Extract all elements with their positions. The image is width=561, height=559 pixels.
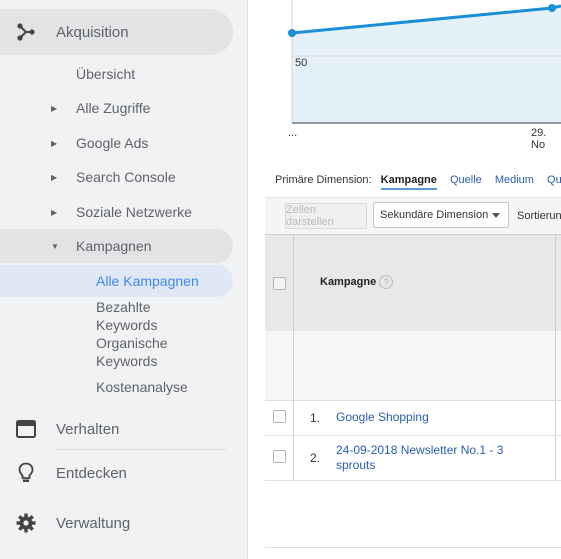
dimension-more[interactable]: Qu bbox=[547, 174, 561, 186]
nav-organic-keywords[interactable]: Organische Keywords bbox=[0, 334, 233, 370]
column-header-campaign[interactable]: Kampagne bbox=[320, 276, 376, 288]
chart-point bbox=[548, 4, 556, 12]
nav-acquisition-label: Akquisition bbox=[56, 23, 129, 41]
nav-all-traffic[interactable]: ▶ Alle Zugriffe bbox=[0, 91, 233, 125]
row-checkbox[interactable] bbox=[273, 410, 286, 423]
expand-arrow-icon: ▶ bbox=[51, 207, 58, 217]
nav-admin[interactable]: Verwaltung bbox=[0, 500, 233, 546]
nav-search-console-label: Search Console bbox=[76, 169, 176, 185]
table-row: 1. Google Shopping bbox=[265, 401, 561, 436]
nav-organic-keywords-label: Organische Keywords bbox=[96, 335, 168, 369]
main-content: 50 ... 29. No Primäre Dimension: Kampagn… bbox=[265, 0, 561, 559]
show-rows-button[interactable]: Zellen darstellen bbox=[285, 203, 367, 229]
nav-campaigns[interactable]: ▼ Kampagnen bbox=[0, 229, 233, 263]
divider bbox=[265, 547, 561, 548]
table-toolbar: Zellen darstellen Sekundäre Dimension So… bbox=[265, 197, 561, 234]
column-divider bbox=[555, 436, 556, 480]
gear-icon bbox=[15, 512, 37, 534]
nav-acquisition[interactable]: Akquisition bbox=[0, 9, 233, 55]
secondary-dimension-dropdown[interactable]: Sekundäre Dimension bbox=[373, 202, 509, 228]
nav-behavior[interactable]: Verhalten bbox=[0, 406, 233, 452]
campaign-link[interactable]: Google Shopping bbox=[336, 410, 536, 425]
column-divider bbox=[555, 401, 556, 435]
chart-point bbox=[288, 29, 296, 37]
dimension-source[interactable]: Quelle bbox=[450, 174, 482, 186]
nav-cost-analysis[interactable]: Kostenanalyse bbox=[0, 378, 233, 396]
x-tick-label: ... bbox=[288, 127, 298, 139]
row-number: 2. bbox=[310, 451, 321, 465]
lightbulb-icon bbox=[15, 462, 37, 484]
column-divider bbox=[555, 331, 556, 400]
table-header: Kampagne ? bbox=[265, 234, 561, 332]
y-tick-label: 50 bbox=[295, 57, 308, 69]
select-all-checkbox[interactable] bbox=[273, 277, 286, 290]
nav-discover-label: Entdecken bbox=[56, 464, 127, 482]
expand-arrow-icon: ▶ bbox=[51, 172, 58, 182]
primary-dimension-bar: Primäre Dimension: Kampagne Quelle Mediu… bbox=[275, 174, 561, 190]
chevron-down-icon bbox=[492, 213, 500, 218]
help-icon[interactable]: ? bbox=[379, 275, 393, 289]
dimension-campaign[interactable]: Kampagne bbox=[380, 174, 437, 190]
nav-paid-keywords[interactable]: Bezahlte Keywords bbox=[0, 298, 233, 334]
chart-area-fill bbox=[292, 8, 561, 123]
collapse-arrow-icon: ▼ bbox=[51, 241, 59, 251]
summary-row bbox=[265, 331, 561, 401]
primary-dimension-label: Primäre Dimension: bbox=[275, 174, 372, 186]
nav-all-traffic-label: Alle Zugriffe bbox=[76, 100, 151, 116]
secondary-dimension-label: Sekundäre Dimension bbox=[380, 209, 489, 221]
line-chart-svg bbox=[288, 0, 561, 124]
summary-checkbox-cell bbox=[265, 331, 294, 400]
table-row: 2. 24-09-2018 Newsletter No.1 - 3 sprout… bbox=[265, 436, 561, 481]
acquisition-icon bbox=[15, 21, 37, 43]
header-checkbox-cell bbox=[265, 235, 294, 331]
nav-overview-label: Übersicht bbox=[76, 66, 136, 82]
nav-social[interactable]: ▶ Soziale Netzwerke bbox=[0, 195, 233, 229]
nav-campaigns-label: Kampagnen bbox=[76, 238, 152, 254]
nav-search-console[interactable]: ▶ Search Console bbox=[0, 160, 233, 194]
nav-behavior-label: Verhalten bbox=[56, 420, 120, 438]
column-divider bbox=[555, 235, 556, 331]
row-checkbox-cell bbox=[265, 401, 294, 435]
nav-cost-analysis-label: Kostenanalyse bbox=[96, 379, 188, 395]
nav-paid-keywords-label: Bezahlte Keywords bbox=[96, 299, 158, 333]
nav-all-campaigns[interactable]: Alle Kampagnen bbox=[0, 265, 233, 297]
campaign-link[interactable]: 24-09-2018 Newsletter No.1 - 3 sprouts bbox=[336, 443, 536, 473]
x-tick-label: 29. No bbox=[531, 127, 547, 151]
nav-all-campaigns-label: Alle Kampagnen bbox=[96, 273, 199, 289]
behavior-icon bbox=[15, 418, 37, 440]
dimension-medium[interactable]: Medium bbox=[495, 174, 534, 186]
nav-google-ads[interactable]: ▶ Google Ads bbox=[0, 126, 233, 160]
nav-admin-label: Verwaltung bbox=[56, 514, 131, 532]
sort-label: Sortierun bbox=[517, 210, 561, 222]
nav-social-label: Soziale Netzwerke bbox=[76, 204, 192, 220]
expand-arrow-icon: ▶ bbox=[51, 103, 58, 113]
sidebar-nav: Akquisition Übersicht ▶ Alle Zugriffe ▶ … bbox=[0, 0, 248, 559]
row-number: 1. bbox=[310, 411, 321, 425]
expand-arrow-icon: ▶ bbox=[51, 138, 58, 148]
nav-discover[interactable]: Entdecken bbox=[0, 450, 233, 496]
line-chart: 50 ... 29. No bbox=[265, 0, 561, 151]
nav-google-ads-label: Google Ads bbox=[76, 135, 149, 151]
nav-overview[interactable]: Übersicht bbox=[0, 57, 233, 91]
row-checkbox[interactable] bbox=[273, 450, 286, 463]
row-checkbox-cell bbox=[265, 436, 294, 480]
